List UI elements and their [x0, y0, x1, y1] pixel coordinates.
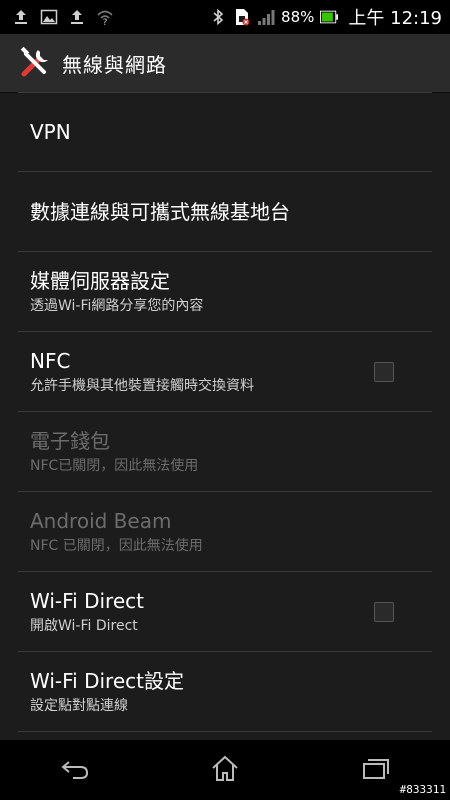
notification-icons: ?	[0, 8, 114, 26]
setting-title: VPN	[30, 120, 71, 144]
battery-icon	[320, 8, 339, 26]
bluetooth-icon	[209, 8, 227, 26]
setting-wifi-direct-settings[interactable]: Wi-Fi Direct設定 設定點對點連線	[18, 652, 432, 732]
image-icon	[40, 8, 58, 26]
setting-nfc[interactable]: NFC 允許手機與其他裝置接觸時交換資料	[18, 332, 432, 412]
recent-apps-button[interactable]	[345, 748, 405, 792]
home-icon	[210, 754, 240, 786]
wifi-direct-checkbox[interactable]	[374, 601, 394, 622]
setting-summary: 開啟Wi-Fi Direct	[30, 617, 138, 634]
setting-media-server[interactable]: 媒體伺服器設定 透過Wi-Fi網路分享您的內容	[18, 252, 432, 332]
setting-summary: 設定點對點連線	[30, 697, 128, 714]
settings-list: VPN 數據連線與可攜式無線基地台 媒體伺服器設定 透過Wi-Fi網路分享您的內…	[18, 92, 432, 732]
sim-alert-icon	[233, 8, 251, 26]
setting-vpn[interactable]: VPN	[18, 92, 432, 172]
upload-icon	[12, 8, 30, 26]
nfc-checkbox[interactable]	[374, 361, 394, 382]
battery-percentage: 88%	[281, 8, 315, 26]
setting-title: Android Beam	[30, 508, 172, 533]
signal-icon	[257, 8, 275, 26]
recent-apps-icon	[360, 756, 390, 784]
svg-text:?: ?	[103, 18, 108, 26]
tools-icon	[18, 46, 52, 80]
setting-title: Wi-Fi Direct設定	[30, 668, 184, 693]
setting-summary: 透過Wi-Fi網路分享您的內容	[30, 297, 204, 314]
back-button[interactable]	[45, 748, 105, 792]
system-status: 88% 上午 12:19	[209, 0, 442, 34]
wifi-question-icon: ?	[96, 8, 114, 26]
navigation-bar: #833311	[0, 740, 450, 800]
status-bar: ? 88% 上午 12:19	[0, 0, 450, 34]
setting-title: NFC	[30, 348, 71, 373]
setting-wallet: 電子錢包 NFC已關閉，因此無法使用	[18, 412, 432, 492]
setting-title: Wi-Fi Direct	[30, 588, 144, 613]
setting-tethering[interactable]: 數據連線與可攜式無線基地台	[18, 172, 432, 252]
page-title: 無線與網路	[62, 52, 167, 77]
clock: 上午 12:19	[348, 8, 442, 29]
home-button[interactable]	[195, 748, 255, 792]
setting-summary: NFC 已關閉，因此無法使用	[30, 537, 203, 554]
setting-summary: 允許手機與其他裝置接觸時交換資料	[30, 377, 254, 394]
upload-icon	[68, 8, 86, 26]
watermark: #833311	[399, 783, 446, 796]
setting-title: 媒體伺服器設定	[30, 268, 170, 293]
setting-wifi-direct[interactable]: Wi-Fi Direct 開啟Wi-Fi Direct	[18, 572, 432, 652]
setting-title: 電子錢包	[30, 428, 110, 453]
setting-summary: NFC已關閉，因此無法使用	[30, 457, 199, 474]
setting-android-beam: Android Beam NFC 已關閉，因此無法使用	[18, 492, 432, 572]
back-icon	[59, 756, 91, 784]
setting-title: 數據連線與可攜式無線基地台	[30, 199, 290, 224]
action-bar: 無線與網路	[0, 34, 450, 93]
